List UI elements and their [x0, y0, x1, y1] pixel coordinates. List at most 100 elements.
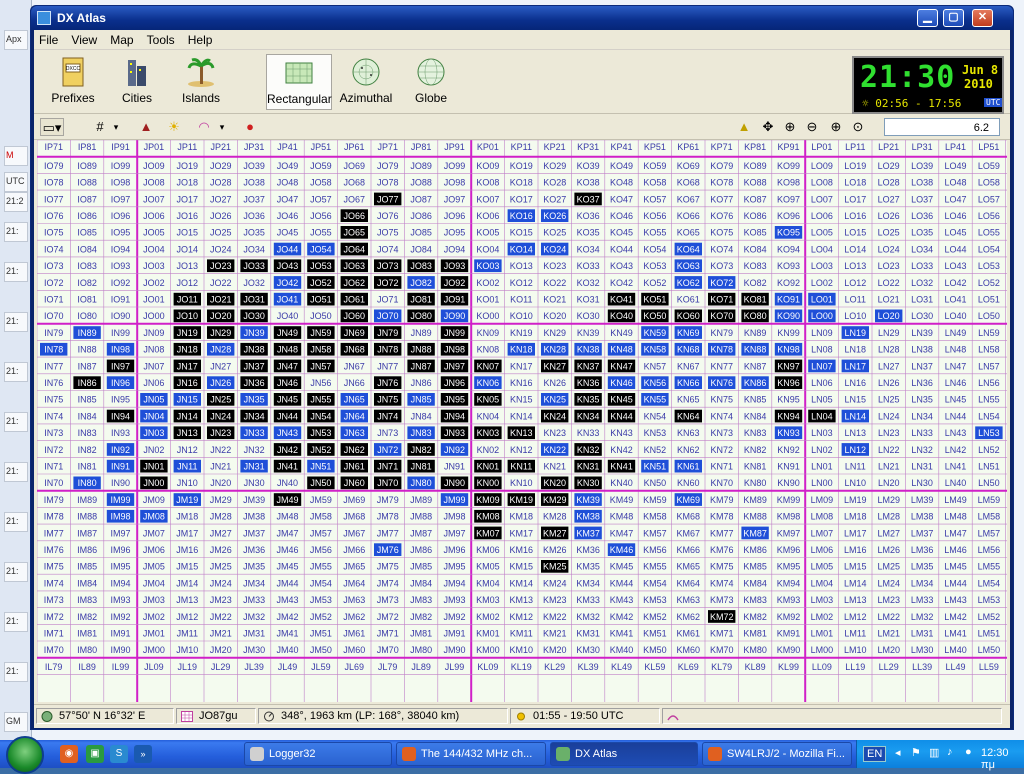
locator-label[interactable]: JM37 — [243, 528, 265, 538]
locator-label[interactable]: KM58 — [643, 512, 667, 522]
locator-label[interactable]: KO26 — [543, 211, 566, 221]
locator-label[interactable]: LN07 — [811, 361, 833, 371]
locator-label[interactable]: JN03 — [143, 428, 164, 438]
locator-label[interactable]: KN84 — [744, 411, 767, 421]
locator-label[interactable]: KO86 — [744, 211, 767, 221]
locator-label[interactable]: LM10 — [844, 645, 867, 655]
locator-label[interactable]: LO26 — [878, 211, 900, 221]
locator-label[interactable]: IN80 — [78, 478, 97, 488]
aurora-icon[interactable]: ◠ — [194, 118, 214, 136]
locator-label[interactable]: KM84 — [743, 578, 767, 588]
locator-label[interactable]: KM32 — [576, 612, 600, 622]
locator-label[interactable]: KO27 — [543, 194, 566, 204]
locator-label[interactable]: KO62 — [677, 278, 700, 288]
locator-label[interactable]: JM50 — [310, 645, 332, 655]
locator-label[interactable]: JO72 — [377, 278, 399, 288]
locator-label[interactable]: KM23 — [543, 595, 567, 605]
locator-label[interactable]: JN53 — [310, 428, 331, 438]
locator-label[interactable]: LO24 — [878, 244, 900, 254]
locator-label[interactable]: JN18 — [177, 345, 198, 355]
locator-label[interactable]: KP61 — [677, 142, 699, 152]
locator-label[interactable]: KM56 — [643, 545, 667, 555]
locator-label[interactable]: JO65 — [344, 228, 366, 238]
locator-label[interactable]: JN07 — [143, 361, 164, 371]
locator-label[interactable]: JN80 — [411, 478, 432, 488]
locator-label[interactable]: IN95 — [111, 395, 130, 405]
locator-label[interactable]: LM40 — [944, 645, 967, 655]
locator-label[interactable]: KM78 — [710, 512, 734, 522]
locator-label[interactable]: KM40 — [610, 645, 634, 655]
locator-label[interactable]: JM76 — [377, 545, 399, 555]
locator-label[interactable]: JO64 — [344, 244, 366, 254]
locator-label[interactable]: KN88 — [744, 345, 767, 355]
locator-label[interactable]: IN74 — [44, 411, 63, 421]
locator-label[interactable]: LN54 — [978, 411, 1000, 421]
locator-label[interactable]: JN29 — [210, 328, 231, 338]
locator-label[interactable]: JM34 — [243, 578, 265, 588]
locator-label[interactable]: LN32 — [911, 445, 933, 455]
locator-label[interactable]: KM34 — [576, 578, 600, 588]
locator-label[interactable]: LO57 — [978, 194, 1000, 204]
locator-label[interactable]: KN95 — [777, 395, 800, 405]
locator-label[interactable]: JN61 — [344, 462, 365, 472]
locator-label[interactable]: KN96 — [777, 378, 800, 388]
locator-label[interactable]: KM82 — [743, 612, 767, 622]
locator-label[interactable]: JN41 — [277, 462, 298, 472]
locator-label[interactable]: JO36 — [243, 211, 265, 221]
locator-label[interactable]: KN81 — [744, 462, 767, 472]
locator-label[interactable]: LO55 — [978, 228, 1000, 238]
menu-help[interactable]: Help — [183, 30, 218, 50]
locator-label[interactable]: LO25 — [878, 228, 900, 238]
zoom-in-icon[interactable]: ⊕ — [826, 118, 846, 136]
power-icon[interactable]: ● — [965, 746, 972, 758]
locator-label[interactable]: LM08 — [811, 512, 834, 522]
locator-label[interactable]: LN33 — [911, 428, 933, 438]
locator-label[interactable]: LN12 — [845, 445, 867, 455]
locator-label[interactable]: KM69 — [677, 495, 701, 505]
locator-label[interactable]: JN32 — [244, 445, 265, 455]
locator-label[interactable]: JN98 — [444, 345, 465, 355]
locator-label[interactable]: JO96 — [444, 211, 466, 221]
locator-label[interactable]: LO11 — [845, 295, 866, 305]
grid-dropdown-icon[interactable]: ▾ — [106, 118, 126, 136]
locator-label[interactable]: KP51 — [644, 142, 666, 152]
locator-label[interactable]: JN74 — [377, 411, 398, 421]
locator-label[interactable]: IN98 — [111, 345, 130, 355]
locator-label[interactable]: KP21 — [544, 142, 566, 152]
app-quicklaunch-icon[interactable]: ▣ — [86, 745, 104, 763]
locator-label[interactable]: JN33 — [244, 428, 265, 438]
locator-label[interactable]: KN90 — [777, 478, 800, 488]
locator-label[interactable]: JM89 — [410, 495, 432, 505]
locator-label[interactable]: KM79 — [710, 495, 734, 505]
locator-label[interactable]: JN83 — [411, 428, 432, 438]
locator-label[interactable]: KO07 — [476, 194, 499, 204]
locator-label[interactable]: KN22 — [543, 445, 566, 455]
locator-label[interactable]: JN45 — [277, 395, 298, 405]
locator-label[interactable]: JP31 — [244, 142, 265, 152]
locator-label[interactable]: IM81 — [77, 629, 97, 639]
locator-label[interactable]: LO54 — [978, 244, 1000, 254]
locator-label[interactable]: IO74 — [44, 244, 64, 254]
locator-label[interactable]: JO58 — [310, 178, 332, 188]
locator-label[interactable]: LN37 — [911, 361, 933, 371]
locator-label[interactable]: KO41 — [610, 295, 633, 305]
locator-label[interactable]: JN17 — [177, 361, 198, 371]
locator-label[interactable]: JO56 — [310, 211, 332, 221]
locator-label[interactable]: LN19 — [845, 328, 867, 338]
task-firefox-1[interactable]: The 144/432 MHz ch... — [396, 742, 546, 766]
locator-label[interactable]: LO36 — [911, 211, 933, 221]
locator-label[interactable]: KL89 — [745, 662, 766, 672]
volume-icon[interactable]: ♪ — [947, 746, 953, 758]
locator-label[interactable]: KN62 — [677, 445, 700, 455]
locator-label[interactable]: KM77 — [710, 528, 734, 538]
locator-label[interactable]: KO48 — [610, 178, 633, 188]
locator-label[interactable]: KN98 — [777, 345, 800, 355]
locator-label[interactable]: KM30 — [576, 645, 600, 655]
locator-label[interactable]: IO71 — [44, 295, 64, 305]
locator-label[interactable]: LM29 — [877, 495, 900, 505]
locator-label[interactable]: KM39 — [576, 495, 600, 505]
locator-label[interactable]: JN52 — [310, 445, 331, 455]
locator-label[interactable]: JM78 — [377, 512, 399, 522]
locator-label[interactable]: KN48 — [610, 345, 633, 355]
locator-label[interactable]: KN43 — [610, 428, 633, 438]
